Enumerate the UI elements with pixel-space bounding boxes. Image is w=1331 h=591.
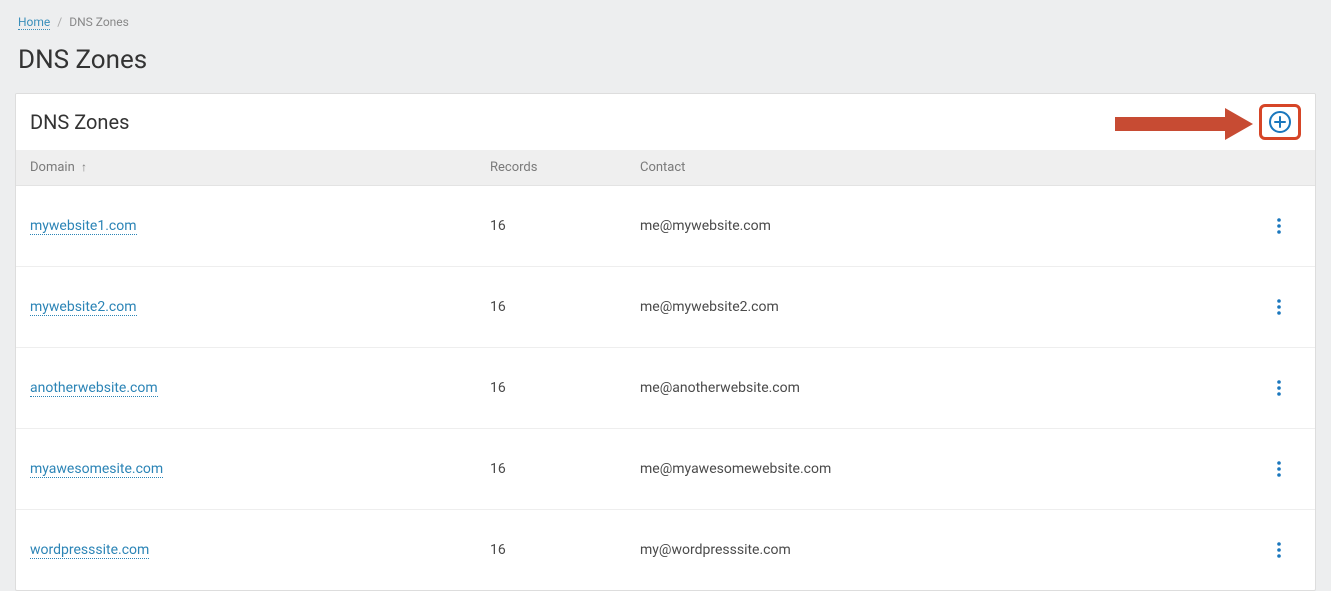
table-row: mywebsite1.com 16me@mywebsite.com: [16, 186, 1315, 267]
breadcrumb-home-link[interactable]: Home: [18, 15, 50, 30]
dns-zones-table: Domain ↑ Records Contact mywebsite1.com 1…: [16, 150, 1315, 590]
dns-zones-panel: DNS Zones Domain ↑: [15, 93, 1316, 591]
add-zone-button[interactable]: [1269, 111, 1291, 133]
panel-header: DNS Zones: [16, 94, 1315, 150]
row-actions-button[interactable]: [1267, 295, 1291, 319]
more-vertical-icon: [1277, 542, 1281, 558]
domain-link[interactable]: myawesomesite.com: [30, 461, 163, 478]
records-cell: 16: [476, 429, 626, 510]
sort-ascending-icon: ↑: [81, 160, 87, 174]
more-vertical-icon: [1277, 218, 1281, 234]
records-cell: 16: [476, 267, 626, 348]
annotation-arrow: [1115, 108, 1253, 140]
column-header-domain[interactable]: Domain ↑: [16, 150, 476, 186]
page-title: DNS Zones: [18, 45, 1316, 75]
breadcrumb-current: DNS Zones: [69, 15, 129, 29]
domain-link[interactable]: mywebsite2.com: [30, 299, 137, 316]
column-header-actions: [1251, 150, 1315, 186]
domain-link[interactable]: mywebsite1.com: [30, 218, 137, 235]
plus-icon: [1274, 116, 1286, 128]
annotation-highlight-box: [1259, 104, 1301, 140]
row-actions-button[interactable]: [1267, 457, 1291, 481]
table-row: mywebsite2.com 16me@mywebsite2.com: [16, 267, 1315, 348]
contact-cell: me@myawesomewebsite.com: [626, 429, 1251, 510]
table-row: anotherwebsite.com 16me@anotherwebsite.co…: [16, 348, 1315, 429]
contact-cell: me@anotherwebsite.com: [626, 348, 1251, 429]
row-actions-button[interactable]: [1267, 538, 1291, 562]
panel-title: DNS Zones: [30, 110, 129, 134]
column-header-records[interactable]: Records: [476, 150, 626, 186]
records-cell: 16: [476, 348, 626, 429]
domain-link[interactable]: wordpresssite.com: [30, 542, 149, 559]
more-vertical-icon: [1277, 380, 1281, 396]
more-vertical-icon: [1277, 461, 1281, 477]
column-header-domain-label: Domain: [30, 160, 75, 175]
row-actions-button[interactable]: [1267, 376, 1291, 400]
contact-cell: me@mywebsite2.com: [626, 267, 1251, 348]
column-header-contact[interactable]: Contact: [626, 150, 1251, 186]
breadcrumb: Home / DNS Zones: [15, 15, 1316, 39]
row-actions-button[interactable]: [1267, 214, 1291, 238]
breadcrumb-separator: /: [57, 15, 62, 29]
table-row: myawesomesite.com 16me@myawesomewebsite.c…: [16, 429, 1315, 510]
contact-cell: me@mywebsite.com: [626, 186, 1251, 267]
more-vertical-icon: [1277, 299, 1281, 315]
domain-link[interactable]: anotherwebsite.com: [30, 380, 158, 397]
records-cell: 16: [476, 186, 626, 267]
